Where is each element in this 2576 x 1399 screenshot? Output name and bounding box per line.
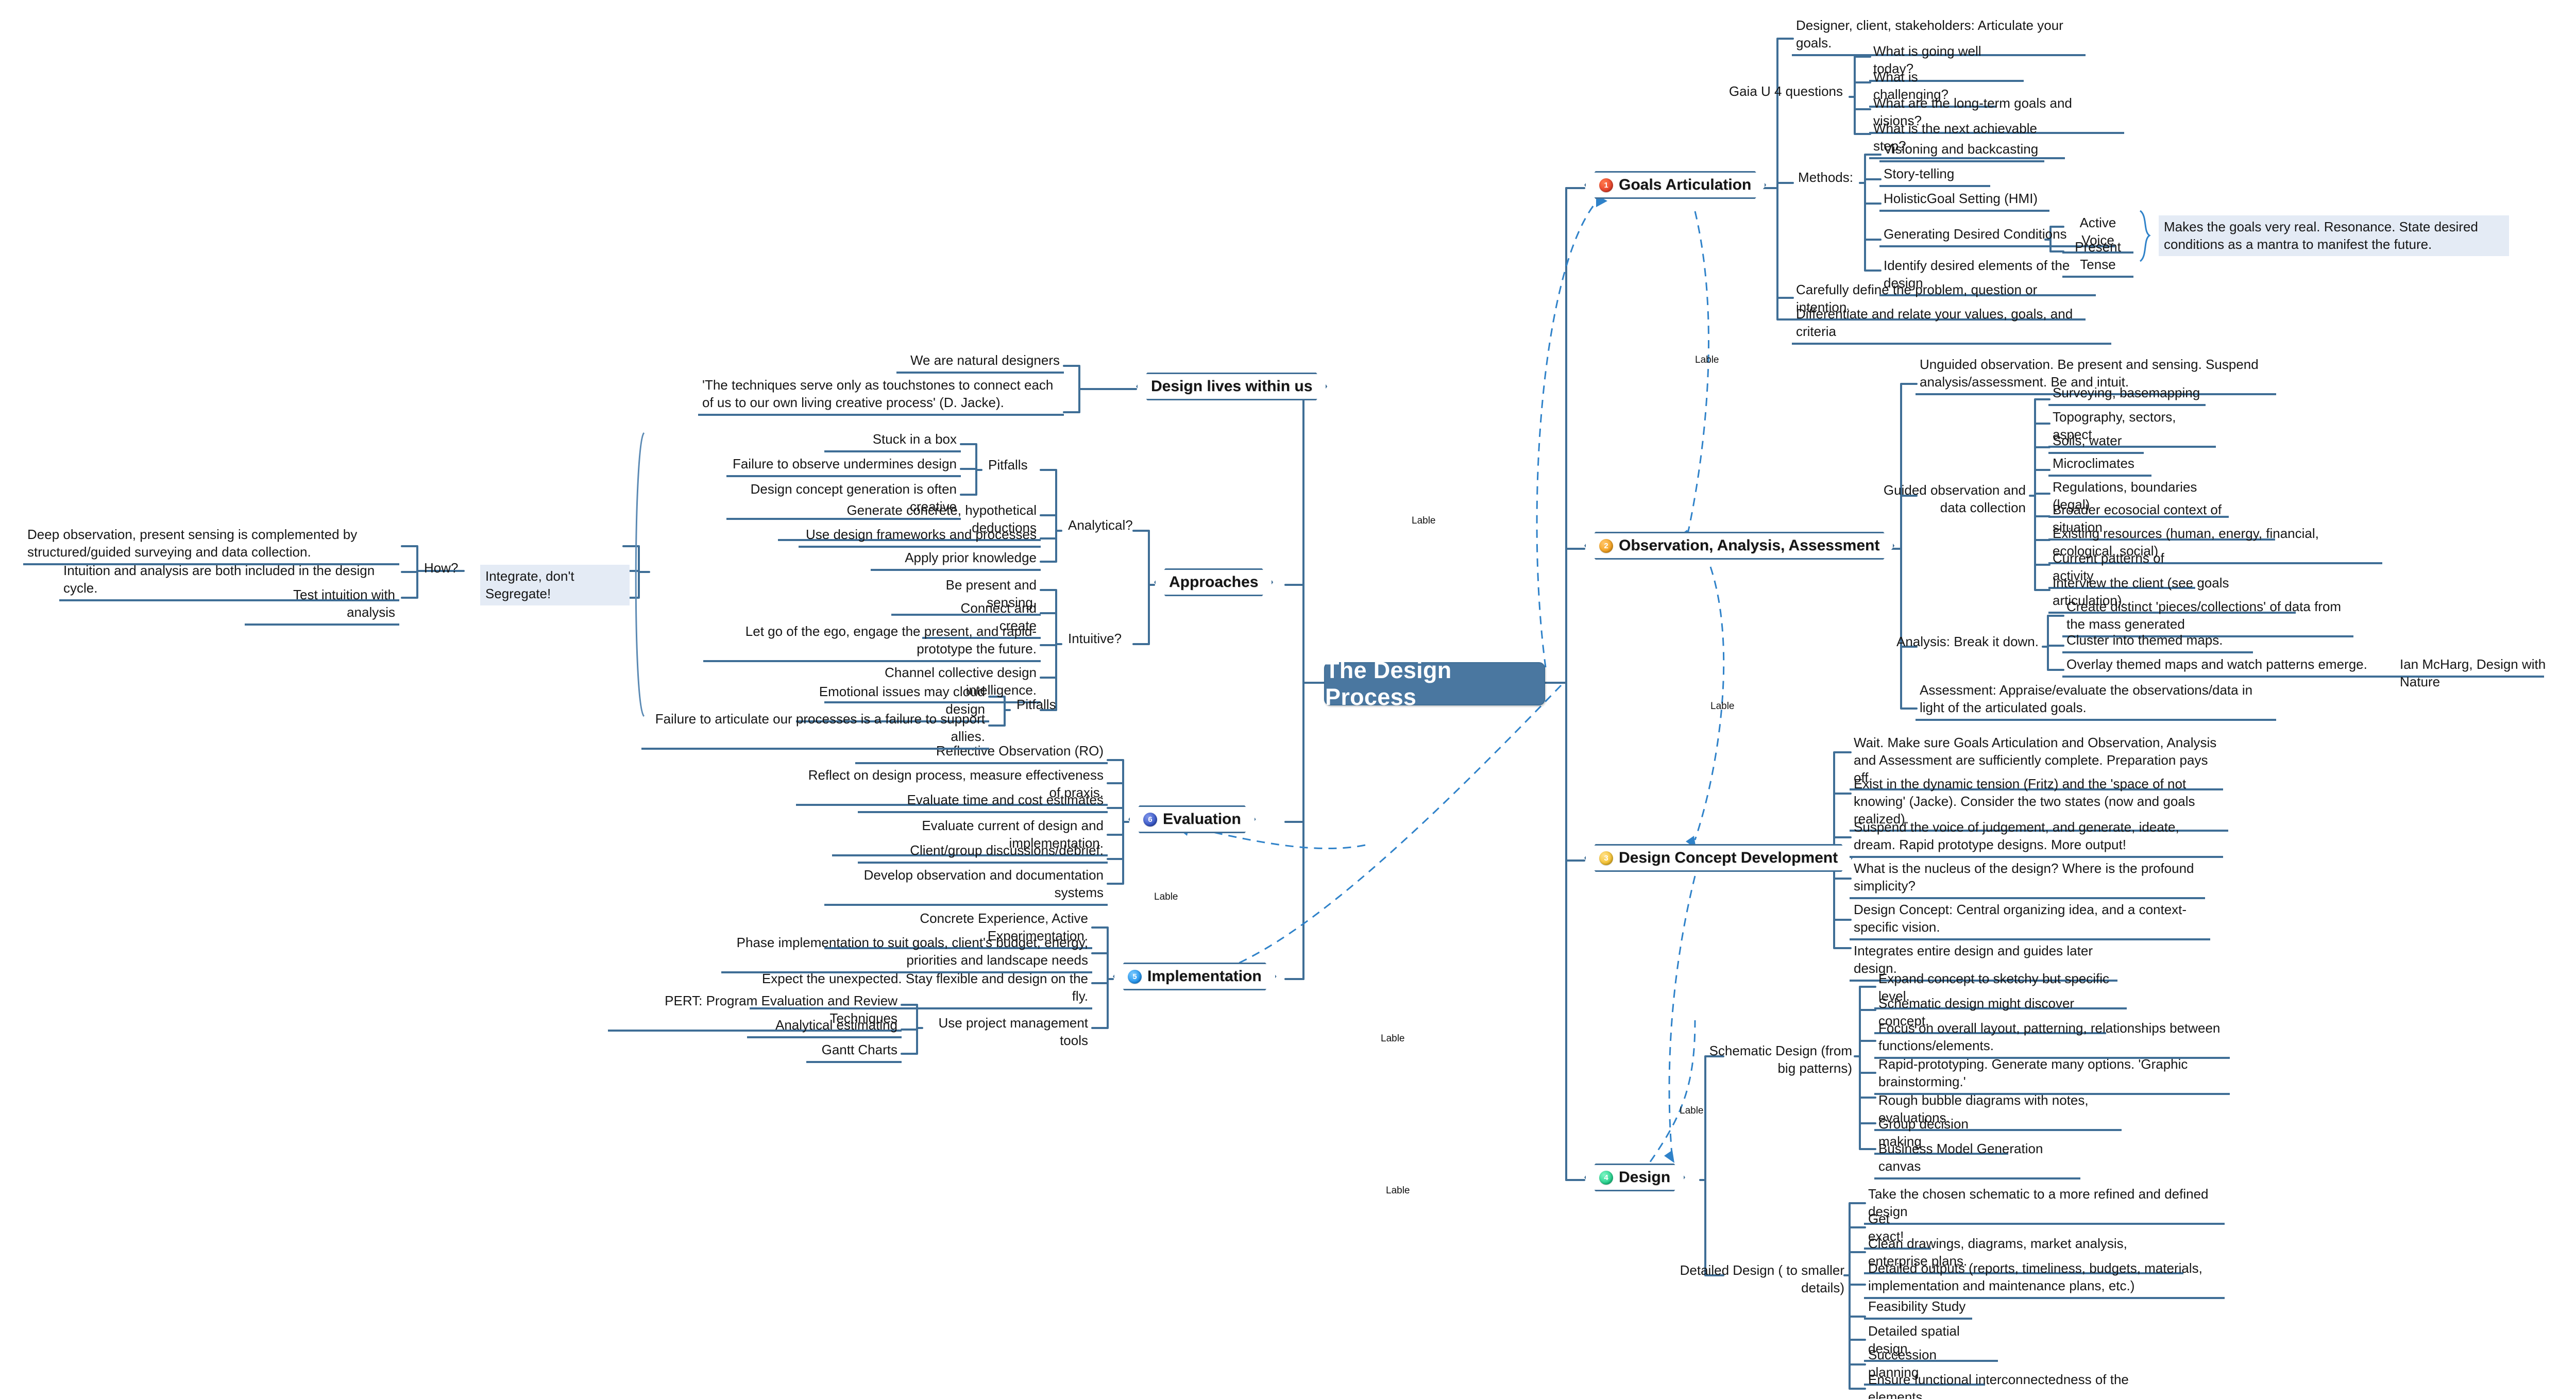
relationship-label: Lable bbox=[1695, 355, 1719, 365]
observation-guided-label[interactable]: Guided observation and data collection bbox=[1860, 481, 2030, 519]
design-detailed-item[interactable]: Detailed outputs (reports, timeliness, b… bbox=[1864, 1259, 2225, 1299]
approaches-analytical-label[interactable]: Analytical? bbox=[1064, 516, 1136, 536]
main-topic-label: Approaches bbox=[1169, 574, 1259, 591]
approaches-intuitive-pitfalls-label[interactable]: Pitfalls bbox=[1012, 696, 1069, 716]
main-topic-design-lives-within-us[interactable]: Design lives within us bbox=[1136, 373, 1327, 400]
goals-method[interactable]: Visioning and backcasting bbox=[1879, 140, 2044, 162]
goals-desired-conditions-note[interactable]: Makes the goals very real. Resonance. St… bbox=[2159, 215, 2509, 256]
relationship-label: Lable bbox=[1381, 1033, 1405, 1044]
observation-assessment[interactable]: Assessment: Appraise/evaluate the observ… bbox=[1916, 681, 2276, 721]
relationship-label: Lable bbox=[1680, 1105, 1704, 1116]
badge-5-icon: 5 bbox=[1128, 970, 1142, 984]
goals-method[interactable]: Story-telling bbox=[1879, 165, 1990, 187]
implementation-tools-label[interactable]: Use project management tools bbox=[914, 1014, 1092, 1052]
observation-guided-item[interactable]: Microclimates bbox=[2048, 454, 2151, 477]
goals-tail-item[interactable]: Differentiate and relate your values, go… bbox=[1792, 305, 2111, 345]
implementation-tool-item[interactable]: Gantt Charts bbox=[806, 1041, 902, 1063]
main-topic-label: Observation, Analysis, Assessment bbox=[1619, 537, 1880, 554]
main-topic-label: Design Concept Development bbox=[1619, 849, 1838, 866]
concept-item[interactable]: Suspend the voice of judgement, and gene… bbox=[1850, 818, 2223, 858]
relationship-label: Lable bbox=[1386, 1185, 1410, 1196]
badge-6-icon: 6 bbox=[1143, 813, 1157, 827]
integrate-item[interactable]: Test intuition with analysis bbox=[245, 586, 399, 626]
implementation-item[interactable]: Phase implementation to suit goals, clie… bbox=[721, 934, 1092, 973]
goals-gaia-label[interactable]: Gaia U 4 questions bbox=[1716, 82, 1847, 103]
approaches-intuitive-label[interactable]: Intuitive? bbox=[1064, 630, 1136, 650]
main-topic-observation-analysis-assessment[interactable]: 2 Observation, Analysis, Assessment bbox=[1584, 532, 1894, 560]
main-topic-label: Goals Articulation bbox=[1619, 176, 1752, 193]
main-topic-design-concept-development[interactable]: 3 Design Concept Development bbox=[1584, 844, 1853, 872]
approaches-intuitive-item[interactable]: Let go of the ego, engage the present, a… bbox=[703, 622, 1041, 662]
main-topic-evaluation[interactable]: 6 Evaluation bbox=[1128, 805, 1256, 833]
badge-2-icon: 2 bbox=[1599, 539, 1613, 553]
integrate-how-label[interactable]: How? bbox=[420, 559, 466, 579]
main-topic-approaches[interactable]: Approaches bbox=[1154, 568, 1273, 596]
approaches-analytical-pitfall[interactable]: Stuck in a box bbox=[824, 430, 961, 452]
approaches-analytical-item[interactable]: Apply prior knowledge bbox=[871, 549, 1041, 571]
main-topic-label: Design bbox=[1619, 1169, 1671, 1186]
design-schematic-item[interactable]: Rapid-prototyping. Generate many options… bbox=[1874, 1055, 2230, 1095]
main-topic-label: Design lives within us bbox=[1151, 378, 1313, 395]
relationship-label: Lable bbox=[1154, 891, 1178, 902]
badge-3-icon: 3 bbox=[1599, 851, 1613, 865]
relationship-label: Lable bbox=[1710, 701, 1735, 712]
concept-item[interactable]: Design Concept: Central organizing idea,… bbox=[1850, 901, 2210, 940]
approaches-analytical-pitfall[interactable]: Failure to observe undermines design bbox=[726, 455, 961, 477]
design-schematic-label[interactable]: Schematic Design (from big patterns) bbox=[1689, 1042, 1856, 1080]
central-topic-label: The Design Process bbox=[1325, 657, 1452, 710]
main-topic-design[interactable]: 4 Design bbox=[1584, 1164, 1685, 1191]
implementation-tool-item[interactable]: Analytical estimating bbox=[747, 1016, 902, 1038]
approaches-analytical-pitfalls-label[interactable]: Pitfalls bbox=[984, 456, 1041, 476]
mindmap-canvas: The Design Process 1 Goals Articulation … bbox=[0, 0, 2576, 1399]
integrate-callout[interactable]: Integrate, don't Segregate! bbox=[480, 565, 630, 605]
observation-guided-item[interactable]: Surveying, basemapping bbox=[2048, 384, 2206, 406]
goals-desired-condition[interactable]: Present Tense bbox=[2062, 238, 2133, 278]
goals-methods-label[interactable]: Methods: bbox=[1772, 168, 1857, 189]
concept-item[interactable]: What is the nucleus of the design? Where… bbox=[1850, 859, 2205, 899]
main-topic-implementation[interactable]: 5 Implementation bbox=[1113, 963, 1277, 990]
design-detailed-label[interactable]: Detailed Design ( to smaller details) bbox=[1673, 1261, 1849, 1299]
central-topic[interactable]: The Design Process bbox=[1324, 657, 1545, 710]
lives-item[interactable]: 'The techniques serve only as touchstone… bbox=[698, 376, 1064, 416]
main-topic-label: Implementation bbox=[1147, 968, 1262, 985]
approaches-analytical-item[interactable]: Use design frameworks and processes bbox=[799, 526, 1041, 548]
evaluation-item[interactable]: Evaluate time and cost estimates bbox=[858, 791, 1108, 813]
observation-guided-item[interactable]: Soils, water bbox=[2048, 432, 2144, 454]
design-schematic-item[interactable]: Focus on overall layout, patterning, rel… bbox=[1874, 1019, 2230, 1059]
integrate-item[interactable]: Deep observation, present sensing is com… bbox=[23, 526, 399, 565]
observation-analysis-citation: Ian McHarg, Design with Nature bbox=[2400, 656, 2546, 689]
approaches-intuitive-pitfall[interactable]: Failure to articulate our processes is a… bbox=[641, 710, 989, 750]
badge-1-icon: 1 bbox=[1599, 178, 1613, 192]
observation-analysis-label[interactable]: Analysis: Break it down. bbox=[1886, 633, 2043, 653]
evaluation-item[interactable]: Develop observation and documentation sy… bbox=[824, 866, 1108, 906]
observation-analysis-item[interactable]: Cluster into themed maps. bbox=[2062, 631, 2253, 653]
brace-icon bbox=[2139, 210, 2151, 262]
relationship-label: Lable bbox=[1412, 515, 1436, 526]
main-topic-goals-articulation[interactable]: 1 Goals Articulation bbox=[1584, 171, 1766, 199]
lives-item[interactable]: We are natural designers bbox=[896, 351, 1064, 374]
design-schematic-item[interactable]: Business Model Generation canvas bbox=[1874, 1140, 2080, 1179]
main-topic-label: Evaluation bbox=[1163, 811, 1241, 828]
design-detailed-item[interactable]: Feasibility Study bbox=[1864, 1297, 1972, 1320]
design-detailed-item[interactable]: Ensure functional interconnectedness of … bbox=[1864, 1371, 2181, 1399]
evaluation-item[interactable]: Client/group discussions/debrief. bbox=[858, 841, 1108, 864]
goals-method[interactable]: HolisticGoal Setting (HMI) bbox=[1879, 190, 2049, 212]
badge-4-icon: 4 bbox=[1599, 1171, 1613, 1185]
